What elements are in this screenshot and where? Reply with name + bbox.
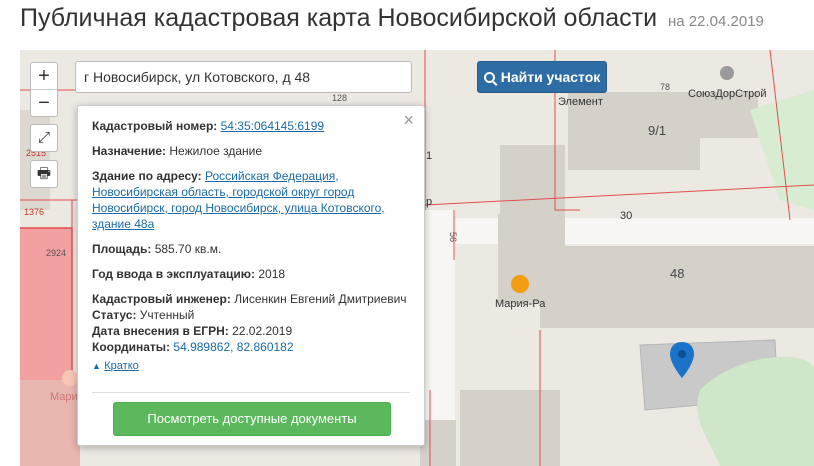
engineer-row: Кадастровый инженер: Лисенкин Евгений Дм… [92,291,410,307]
find-parcel-button[interactable]: Найти участок [477,61,607,93]
map-label-maria-left: Мари [50,391,78,403]
cadnum-label: Кадастровый номер: [92,119,218,133]
cadnum-row: Кадастровый номер: 54:35:064145:6199 [92,118,410,134]
brief-toggle[interactable]: ▲ Кратко [92,357,410,374]
print-icon[interactable]: 🖶 [30,160,58,188]
coords-row: Координаты: 54.989862, 82.860182 [92,339,410,355]
status-label: Статус: [92,308,137,322]
page-title: Публичная кадастровая карта Новосибирско… [20,4,764,33]
map-label-1: 1 [426,150,433,162]
year-label: Год ввода в эксплуатацию: [92,267,256,281]
map-label-78: 78 [660,82,671,92]
map-label-element: Элемент [558,96,603,108]
search-input[interactable] [75,61,412,93]
building-bottom [460,390,560,466]
cadnum-link[interactable]: 54:35:064145:6199 [221,119,324,133]
find-parcel-label: Найти участок [500,69,601,85]
purpose-value: Нежилое здание [169,144,263,158]
egrn-label: Дата внесения в ЕГРН: [92,324,229,338]
map-label-maria-ra: Мария-Ра [495,298,546,310]
map-label-souzdorstroi: СоюзДорСтрой [688,88,767,100]
zoom-control: + − [30,62,58,117]
close-icon[interactable]: × [403,110,414,131]
coords-value[interactable]: 54.989862, 82.860182 [173,340,293,354]
info-popup: × Кадастровый номер: 54:35:064145:6199 Н… [77,105,425,446]
status-value: Учтенный [139,308,195,322]
map-label-48: 48 [670,266,685,281]
engineer-value: Лисенкин Евгений Дмитриевич [234,292,407,306]
purpose-row: Назначение: Нежилое здание [92,143,410,159]
title-text: Публичная кадастровая карта Новосибирско… [20,4,658,32]
map-label-91: 9/1 [648,123,667,138]
shop-basket-icon-left[interactable] [62,370,78,386]
coords-label: Координаты: [92,340,171,354]
area-row: Площадь: 585.70 кв.м. [92,241,410,257]
year-value: 2018 [258,267,286,281]
view-documents-button[interactable]: Посмотреть доступные документы [113,402,391,436]
search-icon [483,72,495,83]
egrn-row: Дата внесения в ЕГРН: 22.02.2019 [92,323,410,339]
year-row: Год ввода в эксплуатацию: 2018 [92,266,410,282]
engineer-label: Кадастровый инженер: [92,292,231,306]
area-value: 585.70 кв.м. [154,242,222,256]
map-label-2924: 2924 [46,248,67,258]
fullscreen-icon[interactable]: ⤢ [30,124,58,152]
area-label: Площадь: [92,242,152,256]
map-label-56: 56 [448,231,459,243]
location-poi-icon[interactable] [720,66,734,80]
shop-basket-icon[interactable] [511,275,529,293]
chevron-up-icon: ▲ [92,361,101,371]
egrn-value: 22.02.2019 [232,324,293,338]
zoom-out-button[interactable]: − [31,89,57,116]
brief-link[interactable]: Кратко [104,360,139,372]
title-date: на 22.04.2019 [668,13,764,30]
map-label-128: 128 [332,93,348,103]
map-label-p: р [426,196,433,208]
building-48 [540,246,814,328]
map-label-30: 30 [620,210,633,222]
map-view[interactable]: 2515 1376 2924 128 78 9/1 30 48 56 р 1 Э… [20,50,814,466]
status-row: Статус: Учтенный [92,307,410,323]
zoom-in-button[interactable]: + [31,63,57,89]
address-row: Здание по адресу: Российская Федерация, … [92,168,410,232]
address-label: Здание по адресу: [92,169,202,183]
popup-divider [92,392,410,393]
purpose-label: Назначение: [92,144,167,158]
map-label-1376: 1376 [24,207,45,217]
